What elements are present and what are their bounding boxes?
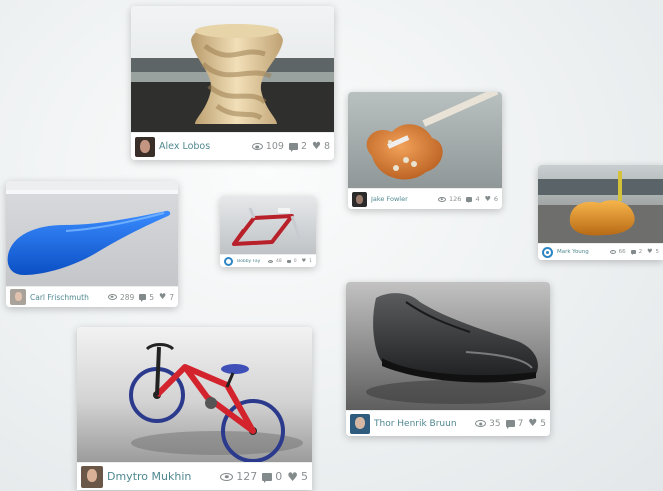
eye-icon (268, 259, 274, 263)
card-stats: 48 0 ♥ 1 (263, 257, 312, 264)
views-stat: 66 (609, 249, 626, 255)
likes-stat: ♥ 7 (159, 292, 174, 302)
model-thumbnail[interactable] (348, 92, 502, 188)
model-thumbnail[interactable] (538, 165, 663, 243)
user-avatar[interactable] (135, 136, 155, 157)
views-stat: 109 (251, 141, 284, 152)
model-thumbnail[interactable] (6, 181, 178, 286)
comments-stat: 2 (288, 141, 307, 153)
comment-icon (288, 143, 298, 153)
card-footer: Alex Lobos 109 2 ♥ 8 (131, 132, 334, 160)
card-footer: Jake Fowler 126 4 ♥ 6 (348, 188, 502, 209)
author-name[interactable]: Jake Fowler (371, 195, 433, 203)
heart-icon: ♥ (311, 140, 321, 152)
card-stats: 66 2 ♥ 5 (605, 248, 659, 256)
card-footer: Bobby Fay 48 0 ♥ 1 (220, 254, 316, 267)
user-avatar[interactable] (352, 191, 367, 207)
comment-icon (139, 294, 147, 302)
eye-icon (220, 472, 234, 481)
card-footer: Thor Henrik Bruun 35 7 ♥ 5 (346, 410, 550, 436)
likes-stat: ♥ 5 (528, 417, 546, 429)
eye-icon (107, 294, 117, 300)
views-stat: 127 (220, 470, 257, 483)
comments-stat: 7 (505, 419, 523, 430)
model-card-bicycle[interactable]: Dmytro Mukhin 127 0 ♥ 5 (77, 327, 312, 490)
likes-stat: ♥ 6 (484, 194, 498, 203)
author-name[interactable]: Dmytro Mukhin (107, 470, 215, 483)
comment-icon (505, 420, 515, 430)
model-thumbnail[interactable] (220, 196, 316, 254)
user-avatar[interactable] (224, 256, 233, 266)
heart-icon: ♥ (484, 194, 491, 203)
model-card-vase[interactable]: Alex Lobos 109 2 ♥ 8 (131, 6, 334, 160)
heart-icon: ♥ (647, 248, 653, 255)
card-stats: 109 2 ♥ 8 (247, 140, 330, 153)
author-name[interactable]: Alex Lobos (159, 141, 247, 152)
user-avatar[interactable] (542, 246, 553, 258)
likes-stat: ♥ 5 (287, 469, 308, 484)
likes-stat: ♥ 5 (647, 248, 659, 256)
card-stats: 127 0 ♥ 5 (215, 470, 308, 483)
comments-stat: 4 (466, 195, 480, 203)
comments-stat: 5 (139, 293, 154, 302)
author-name[interactable]: Thor Henrik Bruun (374, 419, 470, 429)
views-stat: 126 (438, 195, 461, 203)
model-thumbnail[interactable] (346, 282, 550, 410)
model-card-surfboard[interactable]: Carl Frischmuth 289 5 ♥ 7 (6, 181, 178, 307)
views-stat: 289 (107, 293, 134, 302)
comment-icon (262, 472, 273, 483)
comment-icon (466, 196, 473, 203)
model-card-shoe[interactable]: Thor Henrik Bruun 35 7 ♥ 5 (346, 282, 550, 436)
comments-stat: 0 (262, 470, 282, 483)
comments-stat: 0 (286, 259, 297, 264)
eye-icon (475, 420, 487, 427)
card-stats: 35 7 ♥ 5 (470, 417, 546, 430)
model-card-bike-frame[interactable]: Bobby Fay 48 0 ♥ 1 (220, 196, 316, 267)
heart-icon: ♥ (528, 417, 538, 429)
comments-stat: 2 (630, 249, 642, 256)
author-name[interactable]: Mark Young (557, 249, 605, 255)
model-card-guitar[interactable]: Jake Fowler 126 4 ♥ 6 (348, 92, 502, 209)
eye-icon (438, 196, 447, 202)
model-card-chair[interactable]: Mark Young 66 2 ♥ 5 (538, 165, 663, 260)
card-footer: Dmytro Mukhin 127 0 ♥ 5 (77, 462, 312, 490)
user-avatar[interactable] (10, 289, 26, 305)
heart-icon: ♥ (287, 469, 298, 484)
heart-icon: ♥ (301, 257, 307, 264)
card-footer: Mark Young 66 2 ♥ 5 (538, 243, 663, 260)
model-thumbnail[interactable] (131, 6, 334, 132)
author-name[interactable]: Bobby Fay (237, 259, 263, 264)
views-stat: 35 (475, 419, 501, 429)
user-avatar[interactable] (350, 413, 370, 434)
views-stat: 48 (268, 259, 282, 264)
card-stats: 126 4 ♥ 6 (433, 195, 498, 203)
eye-icon (609, 250, 616, 254)
card-footer: Carl Frischmuth 289 5 ♥ 7 (6, 286, 178, 307)
eye-icon (251, 143, 263, 150)
author-name[interactable]: Carl Frischmuth (30, 293, 103, 302)
comment-icon (286, 259, 291, 264)
card-stats: 289 5 ♥ 7 (103, 293, 174, 302)
likes-stat: ♥ 1 (301, 257, 312, 264)
user-avatar[interactable] (81, 465, 103, 488)
likes-stat: ♥ 8 (311, 140, 330, 152)
comment-icon (630, 250, 636, 256)
model-thumbnail[interactable] (77, 327, 312, 462)
heart-icon: ♥ (159, 292, 167, 301)
